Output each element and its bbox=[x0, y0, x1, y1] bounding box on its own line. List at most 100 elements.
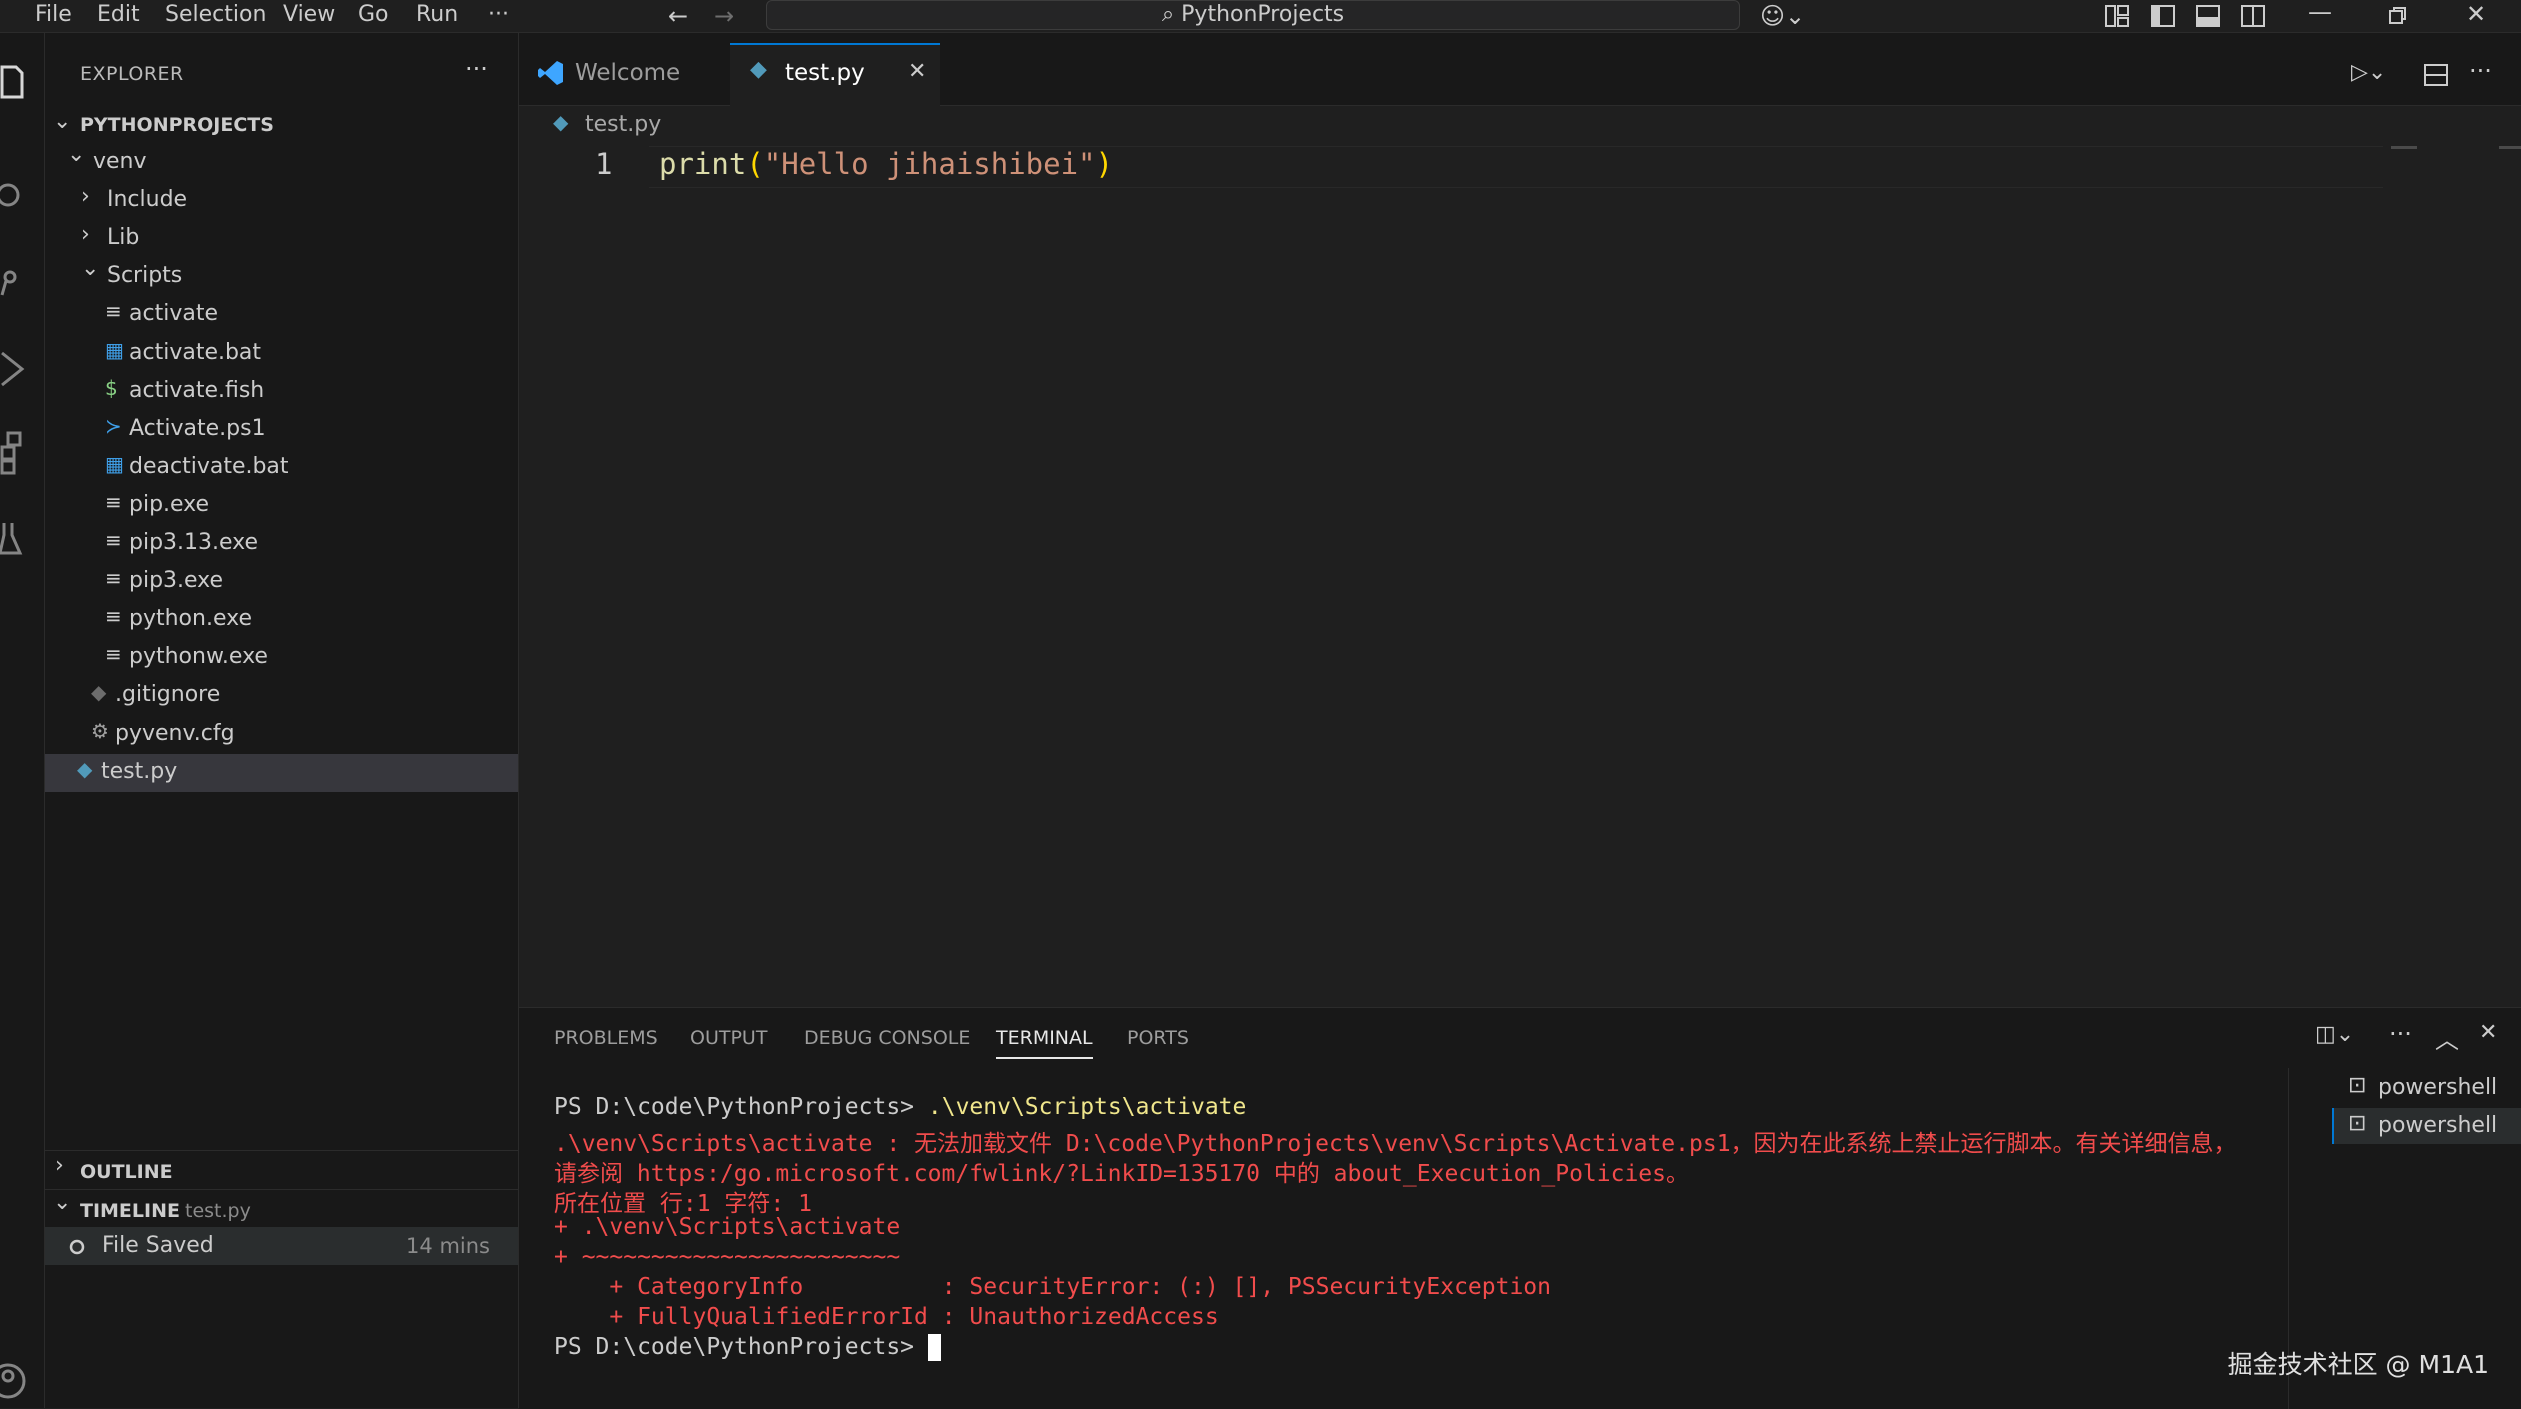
terminal-session-label: powershell bbox=[2378, 1113, 2498, 1138]
command-center-search[interactable]: ⌕ PythonProjects bbox=[766, 0, 1740, 30]
timeline-entry-time: 14 mins bbox=[406, 1234, 490, 1258]
tree-item-label: venv bbox=[93, 149, 147, 174]
menu-view[interactable]: View bbox=[283, 2, 335, 27]
git-file-icon: ◆ bbox=[91, 680, 107, 705]
editor-more-actions[interactable]: ··· bbox=[2469, 57, 2492, 85]
close-icon[interactable]: ✕ bbox=[2466, 0, 2486, 28]
maximize-panel-icon[interactable]: ︿ bbox=[2435, 1020, 2459, 1055]
explorer-more-actions[interactable]: ··· bbox=[465, 55, 488, 83]
tree-item[interactable]: ⌄ venv bbox=[45, 142, 518, 182]
tree-item[interactable]: ▦ activate.bat bbox=[45, 335, 518, 373]
tree-item-label: pythonw.exe bbox=[129, 644, 268, 670]
panel-tab-output[interactable]: OUTPUT bbox=[690, 1027, 767, 1049]
bottom-panel: PROBLEMS OUTPUT DEBUG CONSOLE TERMINAL P… bbox=[519, 1007, 2521, 1409]
tab-test-py[interactable]: ◆ test.py ✕ bbox=[730, 43, 940, 107]
python-file-icon: ◆ bbox=[553, 110, 569, 134]
tab-label: test.py bbox=[785, 60, 865, 86]
code-paren-close: ) bbox=[1095, 147, 1113, 181]
tree-item[interactable]: ≡ activate bbox=[45, 296, 518, 334]
panel-tab-problems[interactable]: PROBLEMS bbox=[554, 1027, 658, 1049]
terminal-icon: ⊡ bbox=[2348, 1111, 2367, 1136]
restore-icon[interactable] bbox=[2388, 6, 2408, 26]
tree-item[interactable]: ≡ pip3.exe bbox=[45, 563, 518, 601]
timeline-entry-label: File Saved bbox=[102, 1233, 214, 1258]
tree-item[interactable]: ≡ pip.exe bbox=[45, 487, 518, 525]
minimap[interactable] bbox=[2391, 146, 2417, 149]
timeline-section-header[interactable]: ⌄ TIMELINE test.py bbox=[45, 1189, 518, 1228]
testing-icon[interactable] bbox=[0, 519, 26, 559]
code-line[interactable]: print("Hello jihaishibei") bbox=[659, 147, 1113, 181]
minimize-icon[interactable]: — bbox=[2308, 0, 2332, 26]
panel-tab-terminal[interactable]: TERMINAL bbox=[996, 1027, 1093, 1059]
search-icon[interactable] bbox=[0, 177, 26, 217]
toggle-primary-sidebar-icon[interactable] bbox=[2150, 4, 2176, 28]
code-editor[interactable]: 1 print("Hello jihaishibei") bbox=[519, 146, 2521, 1006]
split-editor-icon[interactable] bbox=[2423, 63, 2449, 87]
terminal-session[interactable]: ⊡ powershell bbox=[2332, 1070, 2521, 1106]
panel-more-actions[interactable]: ··· bbox=[2389, 1020, 2412, 1048]
run-python-file-icon[interactable]: ▷⌄ bbox=[2351, 60, 2386, 85]
menu-selection[interactable]: Selection bbox=[165, 2, 266, 27]
text-file-icon: ≡ bbox=[105, 528, 122, 552]
menu-edit[interactable]: Edit bbox=[97, 2, 140, 27]
outline-section-header[interactable]: › OUTLINE bbox=[45, 1150, 518, 1189]
source-control-icon[interactable] bbox=[0, 265, 26, 305]
python-file-icon: ◆ bbox=[750, 57, 767, 82]
tree-item[interactable]: ◆ .gitignore bbox=[45, 677, 518, 715]
tab-welcome[interactable]: Welcome bbox=[519, 43, 729, 105]
circle-outline-icon bbox=[69, 1239, 85, 1255]
chevron-down-icon: ⌄ bbox=[81, 256, 100, 282]
editor-scrollbar[interactable] bbox=[2499, 146, 2521, 149]
panel-tab-ports[interactable]: PORTS bbox=[1127, 1027, 1189, 1049]
customize-layout-icon[interactable] bbox=[2104, 4, 2130, 28]
account-icon[interactable] bbox=[0, 1361, 28, 1401]
extensions-icon[interactable] bbox=[0, 431, 26, 479]
arrow-right-icon[interactable]: → bbox=[714, 2, 734, 30]
tree-item[interactable]: ≡ pythonw.exe bbox=[45, 639, 518, 677]
split-terminal-icon[interactable]: ◫⌄ bbox=[2315, 1022, 2354, 1047]
breadcrumb-file[interactable]: test.py bbox=[585, 112, 661, 137]
tree-item[interactable]: › Include bbox=[45, 182, 518, 220]
text-file-icon: ≡ bbox=[105, 489, 122, 514]
toggle-secondary-sidebar-icon[interactable] bbox=[2240, 4, 2266, 28]
timeline-file: test.py bbox=[185, 1200, 251, 1222]
close-tab-icon[interactable]: ✕ bbox=[908, 59, 926, 84]
menu-more[interactable]: ··· bbox=[488, 2, 509, 27]
tree-item[interactable]: › Lib bbox=[45, 220, 518, 258]
tree-item[interactable]: ≡ python.exe bbox=[45, 601, 518, 639]
menu-file[interactable]: File bbox=[35, 2, 72, 27]
explorer-root-folder[interactable]: ⌄ PYTHONPROJECTS bbox=[45, 107, 518, 145]
tab-label: Welcome bbox=[575, 60, 681, 86]
tree-item[interactable]: ▦ deactivate.bat bbox=[45, 449, 518, 487]
code-function: print bbox=[659, 147, 747, 181]
tree-item[interactable]: $ activate.fish bbox=[45, 373, 518, 411]
run-debug-icon[interactable] bbox=[0, 349, 26, 389]
tree-item[interactable]: ⌄ Scripts bbox=[45, 256, 518, 296]
explorer-icon[interactable] bbox=[0, 63, 26, 103]
terminal-error-line: 所在位置 行:1 字符: 1 bbox=[554, 1191, 812, 1217]
tree-item-label: activate.bat bbox=[129, 339, 262, 365]
terminal-error-line: + FullyQualifiedErrorId : UnauthorizedAc… bbox=[554, 1304, 1219, 1330]
copilot-icon[interactable]: ☺⌄ bbox=[1760, 2, 1805, 30]
toggle-panel-icon[interactable] bbox=[2195, 4, 2221, 28]
close-panel-icon[interactable]: ✕ bbox=[2479, 1020, 2497, 1045]
explorer-sidebar: EXPLORER ··· ⌄ PYTHONPROJECTS ⌄ venv › Incl… bbox=[45, 33, 519, 1408]
root-folder-label: PYTHONPROJECTS bbox=[80, 114, 274, 136]
tree-item-label: Scripts bbox=[107, 263, 183, 289]
tree-item-label: activate.fish bbox=[129, 377, 265, 403]
timeline-entry[interactable]: File Saved 14 mins bbox=[45, 1227, 518, 1265]
terminal-session-active[interactable]: ⊡ powershell bbox=[2332, 1108, 2521, 1144]
text-file-icon: ≡ bbox=[105, 299, 122, 324]
tree-item-label: pyvenv.cfg bbox=[115, 720, 235, 746]
panel-tab-debug-console[interactable]: DEBUG CONSOLE bbox=[804, 1027, 970, 1049]
tree-item[interactable]: ≡ pip3.13.exe bbox=[45, 525, 518, 563]
tree-item[interactable]: ◆ test.py bbox=[45, 753, 518, 792]
terminal-output[interactable]: PS D:\code\PythonProjects> .\venv\Script… bbox=[519, 1070, 2279, 1400]
tree-item[interactable]: ≻ Activate.ps1 bbox=[45, 411, 518, 449]
menu-run[interactable]: Run bbox=[416, 2, 458, 27]
terminal-error-line: 请参阅 https:/go.microsoft.com/fwlink/?Link… bbox=[554, 1161, 1689, 1187]
arrow-left-icon[interactable]: ← bbox=[668, 2, 688, 30]
menu-go[interactable]: Go bbox=[358, 2, 389, 27]
tree-item[interactable]: ⚙ pyvenv.cfg bbox=[45, 716, 518, 754]
terminal-cursor bbox=[927, 1334, 941, 1361]
